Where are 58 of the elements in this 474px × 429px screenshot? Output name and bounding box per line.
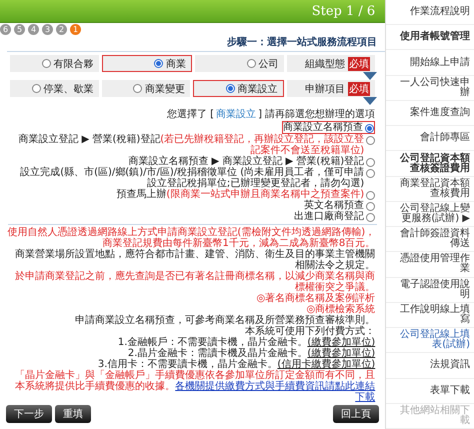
- field-label: 組織型態: [305, 58, 346, 70]
- radio-option[interactable]: 商業設立: [193, 80, 284, 97]
- sidebar-item[interactable]: 工作說明線上填寫: [386, 302, 474, 328]
- service-option[interactable]: 英文名稱預查: [304, 200, 376, 211]
- note-text: 於申請商業登記之前，應先查詢是否已有著名註冊商標名稱，以減少商業名稱與商標權衝突之爭議。: [14, 271, 376, 293]
- payment-method: 1.金融帳戶：不需要讀卡機，晶片金融卡。(繳費參加單位): [116, 337, 376, 348]
- step-title: Step 1 / 6: [312, 4, 376, 18]
- step-indicator: 1: [70, 24, 81, 35]
- note-text: 商業營業場所設置地點，應符合都市計畫、建管、消防、衛生及目的事業主管機關相關法令之規定。: [14, 249, 376, 271]
- sidebar-item[interactable]: 公司登記線上變更服務(試辦) ▶: [386, 202, 474, 228]
- note-text: 本系統可使用下列付費方式：: [244, 326, 376, 337]
- sidebar-item[interactable]: 一人公司快速申辦: [386, 76, 474, 101]
- sidebar-item[interactable]: 表單下載: [386, 378, 474, 404]
- service-option[interactable]: 商業設立登記 ▶ 營業(稅籍)登記(若已先辦稅籍登記，再辦設立登記，該設立登記案件不會送至稅籍單位): [15, 134, 376, 156]
- sidebar-item[interactable]: 公司登記資本額查核簽證費用: [386, 151, 474, 177]
- step-indicator: 2: [56, 24, 67, 35]
- section-heading: 步驟一：選擇一站式服務流程項目: [7, 35, 386, 52]
- required-badge: 必填: [348, 56, 370, 70]
- sidebar-item[interactable]: 公司登記線上填表(試辦): [386, 328, 474, 354]
- sidebar-item[interactable]: 商業登記資本額查核費用: [386, 176, 474, 202]
- service-option[interactable]: 出進口廠商登記: [294, 211, 376, 222]
- service-option[interactable]: 商業設立名稱預查 ▶ 商業設立登記 ▶ 營業(稅籍)登記: [128, 156, 376, 167]
- radio-option[interactable]: 停業、歇業: [10, 80, 99, 97]
- step-indicator: 5: [14, 24, 25, 35]
- radio-option[interactable]: 公司: [195, 55, 284, 72]
- required-badge: 必填: [348, 82, 370, 96]
- service-option[interactable]: 預查馬上辦(限商業一站式申辦且商業名稱中之預查案件): [116, 189, 376, 200]
- sidebar-item[interactable]: 法規資訊: [386, 353, 474, 379]
- sidebar-item[interactable]: 使用者帳號管理: [386, 25, 474, 50]
- sidebar-item[interactable]: 會計師簽證資料傳送: [386, 227, 474, 252]
- link[interactable]: ◎商標檢索系統: [6, 304, 376, 315]
- sidebar-item[interactable]: 憑證使用管理作業: [386, 252, 474, 278]
- payment-method: 3.信用卡：不需要讀卡機，晶片金融卡。(信用卡繳費參加單位): [96, 359, 376, 370]
- sidebar-item[interactable]: 案件進度查詢: [386, 100, 474, 126]
- note-text: 使用自然人憑證透過網路線上方式申請商業設立登記(需檢附文件均透過網路傳輸)，商業登記規費由每件新臺幣1千元，減為二成為新臺幣8百元。: [6, 227, 376, 249]
- radio-option[interactable]: 商業變更: [102, 80, 190, 97]
- down-arrow-icon: [363, 97, 378, 105]
- field-label: 申辦項目: [305, 82, 346, 96]
- fee-note: 「晶片金融卡」與「金融帳戶」手續費優惠依各參加單位所訂定金額而有不同，且本系統將提供比手續費優惠的收據。各機關提供繳費方式與手續費資訊請點此連結下載: [14, 370, 376, 403]
- down-arrow-icon: [363, 72, 378, 80]
- service-option[interactable]: 設立完成(縣、市(區)/鄉(鎮)/市/區)/稅捐稽徵單位 (尚未雇用員工者，僅可申請設立登記稅捐單位;已辦理變更登記者，請勿勾選): [15, 167, 376, 189]
- payment-method: 2.晶片金融卡：需讀卡機及晶片金融卡。(繳費參加單位): [126, 348, 376, 359]
- note-text: 申請商業設立名稱預查，可參考商業名稱及所營業務預查審核準則。: [74, 315, 376, 326]
- selection-summary: 您選擇了 [ 商業設立 ] 請再篩選您想辦理的選項: [167, 108, 376, 121]
- next-button[interactable]: 下一步: [6, 405, 52, 423]
- sidebar-item[interactable]: 作業流程說明: [386, 0, 474, 26]
- link[interactable]: ◎著名商標名稱及案例評析: [6, 293, 376, 304]
- sidebar-item[interactable]: 會計師專區: [386, 126, 474, 152]
- radio-option[interactable]: 商業: [102, 55, 192, 72]
- service-option[interactable]: 商業設立名稱預查: [282, 121, 376, 134]
- step-indicator: 4: [28, 24, 39, 35]
- back-button[interactable]: 回上頁: [333, 405, 380, 423]
- radio-option[interactable]: 有限合夥: [10, 55, 99, 72]
- sidebar-item[interactable]: 開始線上申請: [386, 50, 474, 76]
- step-indicator: 3: [42, 24, 53, 35]
- step-indicator: 6: [0, 24, 11, 35]
- reset-button[interactable]: 重填: [55, 405, 91, 423]
- sidebar-item[interactable]: 電子認證使用說明: [386, 278, 474, 303]
